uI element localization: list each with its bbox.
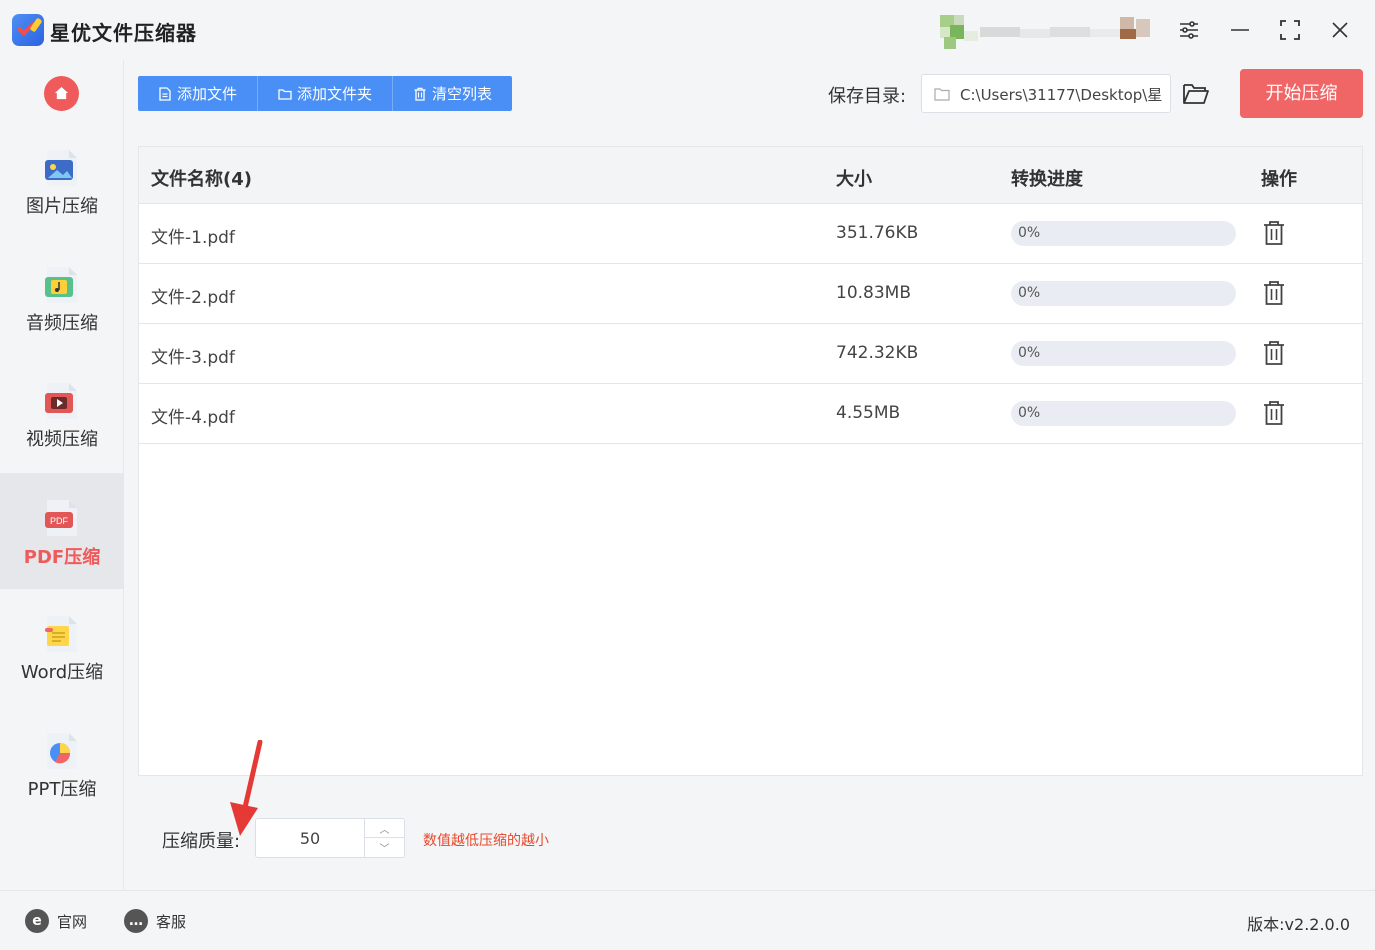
support-link[interactable]: … 客服: [124, 909, 186, 933]
app-logo-icon: [12, 14, 44, 46]
sidebar-item-audio[interactable]: 音频压缩: [0, 265, 124, 381]
table-header: 文件名称(4) 大小 转换进度 操作: [139, 147, 1362, 204]
progress-bar: 0%: [1011, 281, 1236, 306]
quality-value[interactable]: 50: [256, 829, 364, 848]
save-dir-field[interactable]: C:\Users\31177\Desktop\星: [921, 74, 1171, 113]
table-row[interactable]: 文件-3.pdf 742.32KB 0%: [139, 324, 1362, 384]
title-bar: 星优文件压缩器: [0, 0, 1375, 60]
stepper-up-icon[interactable]: ︿: [365, 819, 404, 838]
file-size: 10.83MB: [836, 283, 911, 303]
sidebar-item-label: 图片压缩: [26, 196, 98, 217]
sliders-icon[interactable]: [1177, 18, 1201, 42]
sidebar-item-label: 音频压缩: [26, 313, 98, 334]
file-icon: [159, 86, 171, 101]
add-file-button[interactable]: 添加文件: [138, 76, 259, 111]
svg-text:PDF: PDF: [50, 516, 69, 526]
sidebar-item-label: 视频压缩: [26, 429, 98, 450]
table-row[interactable]: 文件-4.pdf 4.55MB 0%: [139, 384, 1362, 444]
home-icon: [54, 86, 69, 100]
chat-bubble-icon: …: [124, 909, 148, 933]
file-name: 文件-2.pdf: [151, 288, 235, 308]
header-action: 操作: [1261, 169, 1297, 190]
clear-list-button[interactable]: 清空列表: [393, 76, 512, 111]
sidebar-item-ppt[interactable]: PPT压缩: [0, 731, 124, 847]
maximize-icon[interactable]: [1278, 18, 1302, 42]
delete-trash-icon[interactable]: [1262, 220, 1286, 246]
file-name: 文件-4.pdf: [151, 408, 235, 428]
file-size: 4.55MB: [836, 403, 901, 423]
table-row[interactable]: 文件-2.pdf 10.83MB 0%: [139, 264, 1362, 324]
image-file-icon: [45, 150, 77, 186]
header-size: 大小: [836, 169, 872, 190]
sidebar-item-label: PPT压缩: [27, 779, 97, 800]
save-dir-path: C:\Users\31177\Desktop\星: [960, 86, 1163, 104]
delete-trash-icon[interactable]: [1262, 280, 1286, 306]
start-compress-button[interactable]: 开始压缩: [1240, 69, 1363, 118]
delete-trash-icon[interactable]: [1262, 340, 1286, 366]
quality-stepper[interactable]: 50 ︿ ﹀: [255, 818, 405, 858]
audio-file-icon: [45, 267, 77, 303]
trash-icon: [414, 87, 426, 101]
stepper-buttons: ︿ ﹀: [364, 819, 404, 857]
sidebar-item-label: PDF压缩: [23, 547, 101, 568]
sidebar-item-word[interactable]: Word压缩: [0, 614, 124, 730]
sidebar: 图片压缩 音频压缩 视频压缩 PDF PDF压缩 Word压缩 PPT压缩: [0, 60, 124, 890]
sidebar-item-label: Word压缩: [20, 662, 104, 683]
word-file-icon: [45, 616, 77, 652]
progress-bar: 0%: [1011, 221, 1236, 246]
footer: e 官网 … 客服 版本:v2.2.0.0: [0, 890, 1375, 950]
file-table: 文件名称(4) 大小 转换进度 操作 文件-1.pdf 351.76KB 0% …: [138, 146, 1363, 776]
video-file-icon: [45, 383, 77, 419]
clear-list-label: 清空列表: [432, 85, 493, 103]
browser-e-icon: e: [25, 909, 49, 933]
sidebar-item-image[interactable]: 图片压缩: [0, 148, 124, 264]
add-folder-button[interactable]: 添加文件夹: [258, 76, 394, 111]
support-label: 客服: [156, 912, 187, 931]
website-link[interactable]: e 官网: [25, 909, 87, 933]
file-name: 文件-3.pdf: [151, 348, 235, 368]
file-size: 351.76KB: [836, 223, 919, 243]
annotation-arrow-icon: [230, 740, 263, 836]
app-title: 星优文件压缩器: [50, 21, 197, 45]
delete-trash-icon[interactable]: [1262, 400, 1286, 426]
save-dir-label: 保存目录:: [828, 86, 907, 107]
folder-icon: [934, 88, 950, 101]
progress-text: 0%: [1018, 405, 1041, 421]
header-progress: 转换进度: [1011, 169, 1083, 190]
progress-text: 0%: [1018, 285, 1041, 301]
version-text: 版本:v2.2.0.0: [1247, 915, 1350, 934]
quality-hint: 数值越低压缩的越小: [423, 833, 549, 849]
sidebar-item-pdf[interactable]: PDF PDF压缩: [0, 473, 124, 589]
progress-text: 0%: [1018, 345, 1041, 361]
file-size: 742.32KB: [836, 343, 919, 363]
progress-bar: 0%: [1011, 341, 1236, 366]
file-toolbar: 添加文件 添加文件夹 清空列表: [138, 76, 513, 111]
progress-bar: 0%: [1011, 401, 1236, 426]
progress-text: 0%: [1018, 225, 1041, 241]
add-file-label: 添加文件: [177, 85, 238, 103]
stepper-down-icon[interactable]: ﹀: [365, 838, 404, 857]
table-row[interactable]: 文件-1.pdf 351.76KB 0%: [139, 204, 1362, 264]
pdf-file-icon: PDF: [45, 500, 77, 536]
website-label: 官网: [57, 912, 88, 931]
file-name: 文件-1.pdf: [151, 228, 235, 248]
folder-icon: [278, 88, 292, 100]
close-icon[interactable]: [1328, 18, 1352, 42]
open-folder-icon[interactable]: [1181, 80, 1211, 108]
add-folder-label: 添加文件夹: [297, 85, 373, 103]
ppt-file-icon: [47, 733, 77, 769]
user-avatar-blurred[interactable]: [940, 15, 1155, 49]
minimize-icon[interactable]: [1228, 18, 1252, 42]
home-button[interactable]: [44, 76, 79, 111]
header-name: 文件名称(4): [151, 169, 252, 190]
